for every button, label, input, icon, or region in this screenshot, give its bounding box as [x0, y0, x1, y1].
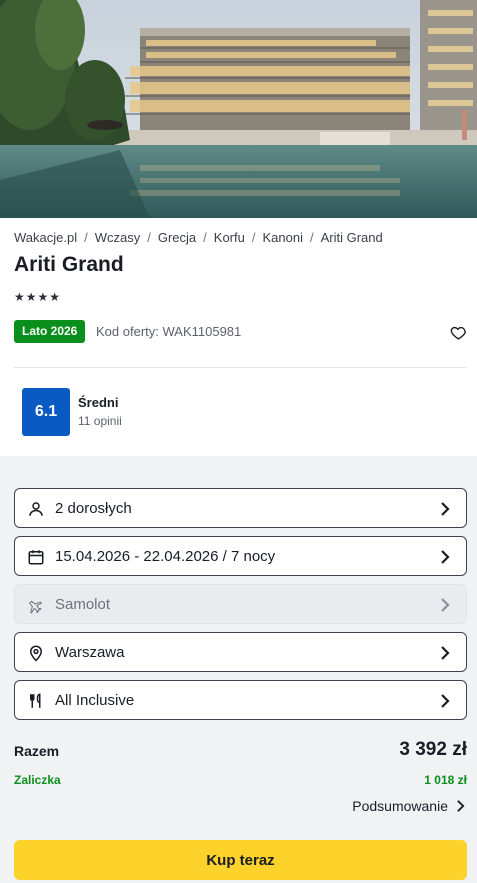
buy-now-button[interactable]: Kup teraz [14, 840, 467, 880]
hotel-title: Ariti Grand [14, 253, 124, 276]
breadcrumb-item-hotel: Ariti Grand [320, 230, 383, 245]
travellers-selector[interactable]: 2 dorosłych [14, 488, 467, 528]
favorite-heart-icon[interactable] [450, 324, 467, 341]
summary-link-label: Podsumowanie [352, 798, 448, 814]
dates-selector[interactable]: 15.04.2026 - 22.04.2026 / 7 nocy [14, 536, 467, 576]
departure-value: Warszawa [55, 644, 125, 661]
deposit-value: 1 018 zł [424, 773, 467, 787]
chevron-right-icon [441, 646, 450, 660]
chevron-right-icon [441, 598, 450, 612]
breadcrumb-item-city[interactable]: Kanoni [262, 230, 302, 245]
chevron-right-icon [441, 550, 450, 564]
board-selector[interactable]: All Inclusive [14, 680, 467, 720]
breadcrumb-item-region[interactable]: Korfu [214, 230, 245, 245]
transport-selector[interactable]: Samolot [14, 584, 467, 624]
breadcrumb-item-holidays[interactable]: Wczasy [95, 230, 141, 245]
section-divider [14, 367, 467, 368]
breadcrumb-item-country[interactable]: Grecja [158, 230, 196, 245]
dates-value: 15.04.2026 - 22.04.2026 / 7 nocy [55, 548, 276, 565]
rating-label: Średni [78, 395, 119, 410]
person-icon [29, 502, 43, 516]
transport-value: Samolot [55, 596, 111, 613]
breadcrumb-item-home[interactable]: Wakacje.pl [14, 230, 77, 245]
hotel-photo-illustration [0, 0, 477, 218]
travellers-value: 2 dorosłych [55, 500, 132, 517]
breadcrumb-separator: / [309, 230, 314, 245]
chevron-right-icon [457, 800, 465, 812]
breadcrumb-separator: / [84, 230, 88, 245]
reviews-count-link[interactable]: 11 opinii [78, 414, 122, 428]
chevron-right-icon [441, 502, 450, 516]
offer-code: Kod oferty: WAK1105981 [96, 324, 242, 339]
calendar-icon [28, 550, 44, 565]
airplane-icon [29, 600, 42, 614]
breadcrumb-separator: / [147, 230, 151, 245]
season-badge: Lato 2026 [14, 320, 86, 343]
board-value: All Inclusive [55, 692, 135, 709]
total-price-value: 3 392 zł [399, 739, 467, 760]
hotel-photo[interactable] [0, 0, 477, 218]
breadcrumb-separator: / [203, 230, 207, 245]
departure-selector[interactable]: Warszawa [14, 632, 467, 672]
total-price-label: Razem [14, 743, 60, 759]
fork-knife-icon [30, 693, 41, 708]
chevron-right-icon [441, 694, 450, 708]
hotel-star-rating: ★★★★ [14, 290, 62, 304]
breadcrumb-separator: / [251, 230, 256, 245]
summary-link[interactable]: Podsumowanie [352, 798, 465, 814]
location-pin-icon [29, 645, 43, 662]
rating-score[interactable]: 6.1 [22, 388, 70, 436]
deposit-label: Zaliczka [14, 773, 61, 787]
breadcrumb: Wakacje.pl / Wczasy / Grecja / Korfu / Kanoni / Ar… [14, 230, 383, 245]
